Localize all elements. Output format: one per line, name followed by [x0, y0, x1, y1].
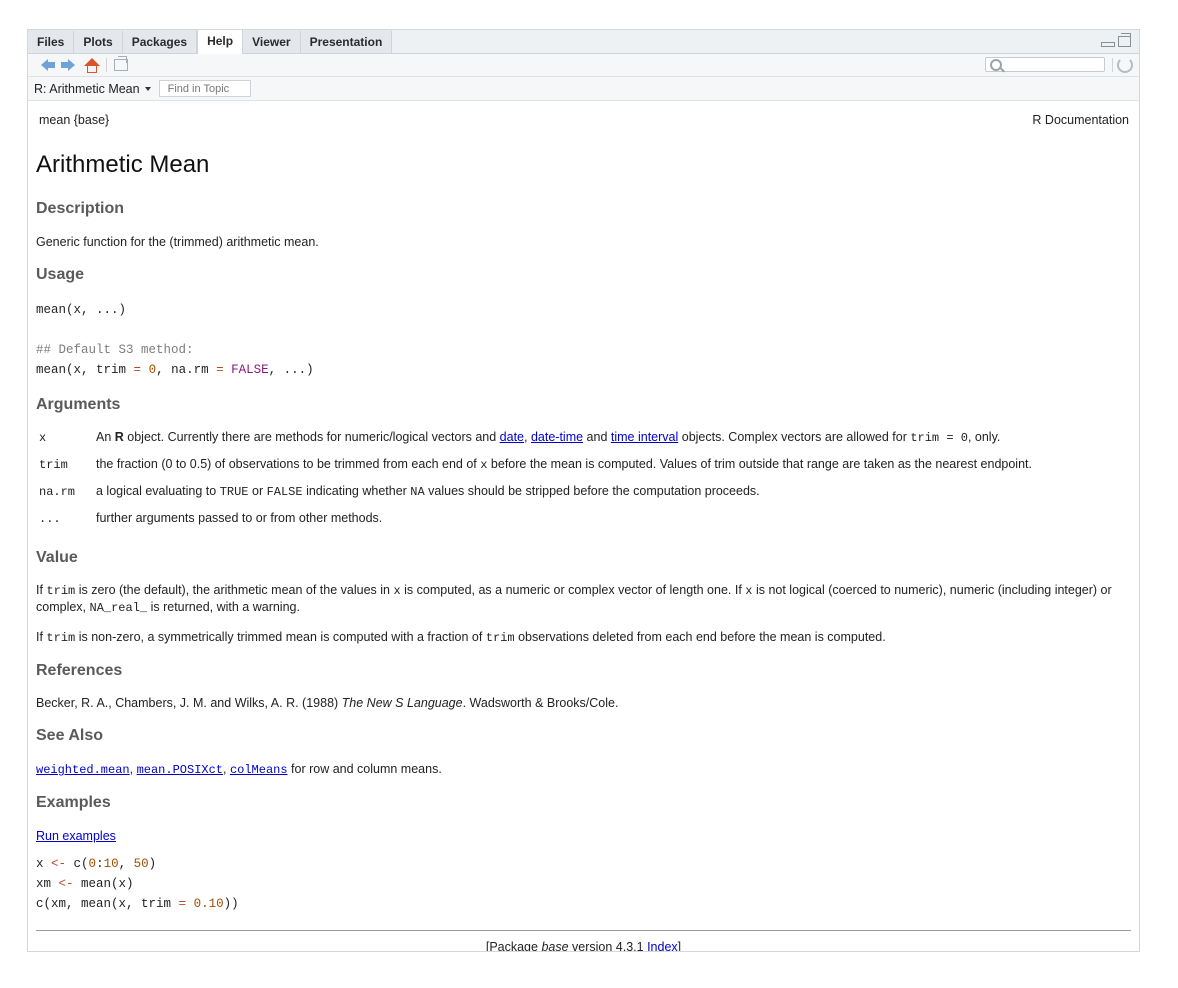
usage-code: mean(x, ...)	[36, 300, 1131, 320]
description-text: Generic function for the (trimmed) arith…	[36, 235, 319, 249]
help-pane: Files Plots Packages Help Viewer Present…	[27, 29, 1140, 952]
back-button[interactable]	[34, 56, 55, 74]
mean-posixct-link[interactable]: mean.POSIXct	[137, 762, 223, 777]
usage-comment: ## Default S3 method:	[36, 343, 194, 357]
topic-bar: R: Arithmetic Mean	[28, 77, 1139, 101]
home-icon	[84, 57, 100, 73]
run-examples-link[interactable]: Run examples	[36, 829, 116, 843]
run-examples-row: Run examples	[36, 828, 1131, 844]
value-paragraph-1: If trim is zero (the default), the arith…	[36, 583, 1112, 615]
see-also-text: weighted.mean, mean.POSIXct, colMeans fo…	[36, 762, 442, 777]
index-link[interactable]: Index	[647, 940, 678, 951]
arg-description: An R object. Currently there are methods…	[96, 430, 1001, 445]
footer-divider	[36, 930, 1131, 931]
arg-description: the fraction (0 to 0.5) of observations …	[96, 457, 1032, 472]
tab-files[interactable]: Files	[28, 31, 75, 53]
page-title: Arithmetic Mean	[36, 151, 210, 178]
arg-description: further arguments passed to or from othe…	[96, 511, 383, 525]
popout-icon	[114, 56, 128, 71]
chevron-down-icon	[144, 87, 151, 91]
pane-tab-bar: Files Plots Packages Help Viewer Present…	[28, 30, 1139, 54]
arg-name: trim	[39, 458, 68, 472]
table-row: na.rm a logical evaluating to TRUE or FA…	[36, 483, 1032, 510]
find-in-topic-input[interactable]	[158, 80, 251, 97]
toolbar-divider	[106, 58, 107, 72]
doc-header-left: mean {base}	[39, 113, 110, 127]
doc-header: mean {base} R Documentation	[36, 112, 1131, 128]
date-time-link[interactable]: date-time	[531, 430, 583, 444]
window-controls	[1101, 32, 1131, 47]
arg-description: a logical evaluating to TRUE or FALSE in…	[96, 484, 760, 499]
search-icon	[990, 59, 1002, 71]
table-row: x An R object. Currently there are metho…	[36, 429, 1032, 456]
tab-plots[interactable]: Plots	[74, 31, 123, 53]
topic-dropdown[interactable]: R: Arithmetic Mean	[34, 82, 151, 96]
popout-button[interactable]	[111, 56, 131, 74]
example-line-3: c(xm, mean(x, trim = 0.10))	[36, 897, 239, 911]
usage-line-1: mean(x, ...)	[36, 303, 127, 317]
home-button[interactable]	[82, 56, 102, 74]
help-toolbar	[28, 54, 1139, 77]
time-interval-link[interactable]: time interval	[611, 430, 678, 444]
refresh-icon[interactable]	[1117, 57, 1133, 73]
example-line-2: xm <- mean(x)	[36, 877, 134, 891]
arg-name: na.rm	[39, 485, 76, 499]
table-row: ... further arguments passed to or from …	[36, 510, 1032, 537]
usage-code-s3: ## Default S3 method: mean(x, trim = 0, …	[36, 340, 1131, 380]
tab-list: Files Plots Packages Help Viewer Present…	[28, 30, 393, 54]
section-heading-see-also: See Also	[36, 727, 103, 744]
section-heading-references: References	[36, 662, 123, 679]
help-search-input[interactable]	[985, 57, 1105, 72]
topic-label: R: Arithmetic Mean	[34, 81, 140, 96]
section-heading-value: Value	[36, 549, 78, 566]
arguments-table: x An R object. Currently there are metho…	[36, 429, 1032, 537]
forward-arrow-icon	[61, 59, 75, 71]
weighted-mean-link[interactable]: weighted.mean	[36, 762, 130, 777]
tab-help[interactable]: Help	[197, 30, 244, 54]
section-heading-description: Description	[36, 200, 125, 217]
arg-name: ...	[39, 512, 61, 526]
section-heading-examples: Examples	[36, 794, 111, 811]
section-heading-usage: Usage	[36, 266, 85, 283]
tab-presentation[interactable]: Presentation	[301, 31, 393, 53]
section-heading-arguments: Arguments	[36, 396, 121, 413]
value-paragraph-2: If trim is non-zero, a symmetrically tri…	[36, 630, 886, 645]
help-content: mean {base} R Documentation Arithmetic M…	[28, 112, 1139, 952]
forward-button[interactable]	[58, 56, 78, 74]
tab-viewer[interactable]: Viewer	[243, 31, 301, 53]
back-arrow-icon	[40, 59, 55, 71]
arg-name: x	[39, 431, 47, 445]
maximize-icon[interactable]	[1118, 32, 1131, 47]
example-line-1: x <- c(0:10, 50)	[36, 857, 157, 871]
doc-footer: [Package base version 4.3.1 Index]	[485, 940, 682, 952]
table-row: trim the fraction (0 to 0.5) of observat…	[36, 456, 1032, 483]
usage-line-2: mean(x, trim = 0, na.rm = FALSE, ...)	[36, 363, 314, 377]
reference-text: Becker, R. A., Chambers, J. M. and Wilks…	[36, 696, 619, 710]
examples-code: x <- c(0:10, 50) xm <- mean(x) c(xm, mea…	[36, 854, 1131, 914]
colmeans-link[interactable]: colMeans	[230, 762, 288, 777]
tab-packages[interactable]: Packages	[123, 31, 198, 53]
minimize-icon[interactable]	[1101, 42, 1115, 47]
toolbar-divider	[1112, 58, 1113, 72]
date-link[interactable]: date	[500, 430, 524, 444]
doc-header-right: R Documentation	[1032, 113, 1129, 127]
